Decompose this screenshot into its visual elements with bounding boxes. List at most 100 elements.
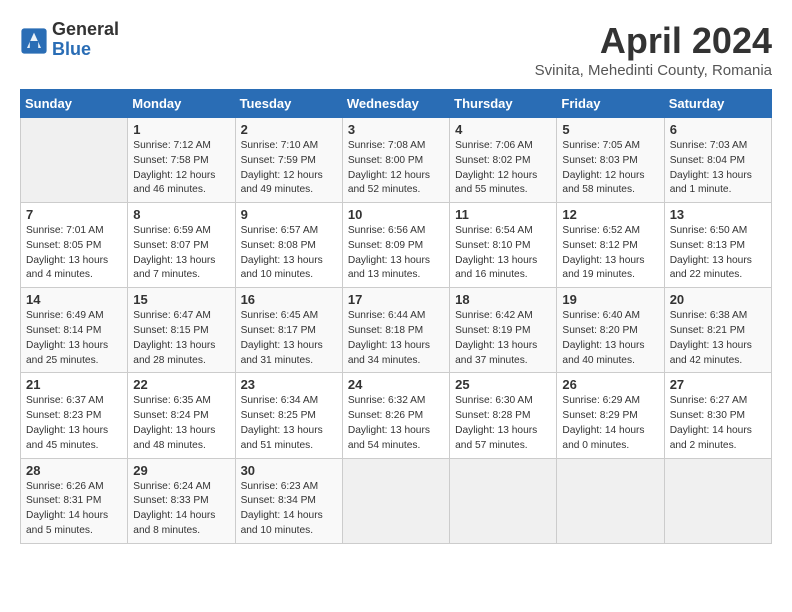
day-header-sunday: Sunday xyxy=(21,90,128,118)
table-row: 20Sunrise: 6:38 AM Sunset: 8:21 PM Dayli… xyxy=(664,288,771,373)
day-number: 27 xyxy=(670,377,766,392)
title-area: April 2024 Svinita, Mehedinti County, Ro… xyxy=(535,20,772,79)
table-row: 8 Sunrise: 6:59 AM Sunset: 8:07 PM Daylig… xyxy=(128,203,235,288)
day-number: 10 xyxy=(348,207,444,222)
table-row: 11 Sunrise: 6:54 AM Sunset: 8:10 PM Dayli… xyxy=(450,203,557,288)
logo-blue-text: Blue xyxy=(52,40,119,60)
table-row xyxy=(342,458,449,543)
calendar-week-1: 1 Sunrise: 7:12 AM Sunset: 7:58 PM Daylig… xyxy=(21,118,772,203)
location-subtitle: Svinita, Mehedinti County, Romania xyxy=(535,62,772,79)
table-row: 17 Sunrise: 6:44 AM Sunset: 8:18 PM Dayli… xyxy=(342,288,449,373)
day-cell-content: Sunrise: 7:08 AM Sunset: 8:00 PM Dayligh… xyxy=(348,139,444,198)
day-cell-content: Sunrise: 7:10 AM Sunset: 7:59 PM Dayligh… xyxy=(241,139,337,198)
table-row: 3 Sunrise: 7:08 AM Sunset: 8:00 PM Daylig… xyxy=(342,118,449,203)
day-header-thursday: Thursday xyxy=(450,90,557,118)
logo-text: General Blue xyxy=(52,20,119,60)
day-cell-content: Sunrise: 6:37 AM Sunset: 8:23 PM Dayligh… xyxy=(26,394,122,453)
day-cell-content: Sunrise: 6:44 AM Sunset: 8:18 PM Dayligh… xyxy=(348,309,444,368)
day-number: 19 xyxy=(562,292,658,307)
table-row: 12 Sunrise: 6:52 AM Sunset: 8:12 PM Dayli… xyxy=(557,203,664,288)
calendar-week-4: 21 Sunrise: 6:37 AM Sunset: 8:23 PM Dayli… xyxy=(21,373,772,458)
day-number: 1 xyxy=(133,122,229,137)
table-row: 5Sunrise: 7:05 AM Sunset: 8:03 PM Daylig… xyxy=(557,118,664,203)
table-row: 6Sunrise: 7:03 AM Sunset: 8:04 PM Daylig… xyxy=(664,118,771,203)
day-number: 25 xyxy=(455,377,551,392)
day-cell-content: Sunrise: 6:24 AM Sunset: 8:33 PM Dayligh… xyxy=(133,480,229,539)
day-number: 17 xyxy=(348,292,444,307)
table-row: 10 Sunrise: 6:56 AM Sunset: 8:09 PM Dayli… xyxy=(342,203,449,288)
table-row: 15Sunrise: 6:47 AM Sunset: 8:15 PM Dayli… xyxy=(128,288,235,373)
day-cell-content: Sunrise: 6:42 AM Sunset: 8:19 PM Dayligh… xyxy=(455,309,551,368)
table-row: 22Sunrise: 6:35 AM Sunset: 8:24 PM Dayli… xyxy=(128,373,235,458)
calendar-week-5: 28 Sunrise: 6:26 AM Sunset: 8:31 PM Dayli… xyxy=(21,458,772,543)
day-number: 12 xyxy=(562,207,658,222)
day-cell-content: Sunrise: 6:23 AM Sunset: 8:34 PM Dayligh… xyxy=(241,480,337,539)
table-row: 2 Sunrise: 7:10 AM Sunset: 7:59 PM Daylig… xyxy=(235,118,342,203)
table-row: 9 Sunrise: 6:57 AM Sunset: 8:08 PM Daylig… xyxy=(235,203,342,288)
day-number: 2 xyxy=(241,122,337,137)
day-number: 6 xyxy=(670,122,766,137)
day-number: 7 xyxy=(26,207,122,222)
day-number: 9 xyxy=(241,207,337,222)
month-title: April 2024 xyxy=(535,20,772,62)
day-number: 22 xyxy=(133,377,229,392)
calendar-table: SundayMondayTuesdayWednesdayThursdayFrid… xyxy=(20,89,772,544)
day-cell-content: Sunrise: 6:26 AM Sunset: 8:31 PM Dayligh… xyxy=(26,480,122,539)
day-number: 30 xyxy=(241,463,337,478)
table-row: 16Sunrise: 6:45 AM Sunset: 8:17 PM Dayli… xyxy=(235,288,342,373)
day-number: 16 xyxy=(241,292,337,307)
day-cell-content: Sunrise: 7:01 AM Sunset: 8:05 PM Dayligh… xyxy=(26,224,122,283)
day-number: 18 xyxy=(455,292,551,307)
day-cell-content: Sunrise: 6:32 AM Sunset: 8:26 PM Dayligh… xyxy=(348,394,444,453)
logo-general-text: General xyxy=(52,20,119,40)
logo-icon xyxy=(20,27,48,55)
table-row: 28 Sunrise: 6:26 AM Sunset: 8:31 PM Dayli… xyxy=(21,458,128,543)
table-row: 25Sunrise: 6:30 AM Sunset: 8:28 PM Dayli… xyxy=(450,373,557,458)
day-number: 21 xyxy=(26,377,122,392)
day-number: 26 xyxy=(562,377,658,392)
day-cell-content: Sunrise: 6:40 AM Sunset: 8:20 PM Dayligh… xyxy=(562,309,658,368)
day-cell-content: Sunrise: 6:38 AM Sunset: 8:21 PM Dayligh… xyxy=(670,309,766,368)
day-cell-content: Sunrise: 6:27 AM Sunset: 8:30 PM Dayligh… xyxy=(670,394,766,453)
table-row xyxy=(664,458,771,543)
day-cell-content: Sunrise: 6:52 AM Sunset: 8:12 PM Dayligh… xyxy=(562,224,658,283)
table-row: 7 Sunrise: 7:01 AM Sunset: 8:05 PM Daylig… xyxy=(21,203,128,288)
day-cell-content: Sunrise: 7:06 AM Sunset: 8:02 PM Dayligh… xyxy=(455,139,551,198)
day-cell-content: Sunrise: 7:05 AM Sunset: 8:03 PM Dayligh… xyxy=(562,139,658,198)
table-row: 14Sunrise: 6:49 AM Sunset: 8:14 PM Dayli… xyxy=(21,288,128,373)
day-header-monday: Monday xyxy=(128,90,235,118)
day-cell-content: Sunrise: 6:57 AM Sunset: 8:08 PM Dayligh… xyxy=(241,224,337,283)
table-row: 26 Sunrise: 6:29 AM Sunset: 8:29 PM Dayli… xyxy=(557,373,664,458)
day-number: 8 xyxy=(133,207,229,222)
day-cell-content: Sunrise: 6:29 AM Sunset: 8:29 PM Dayligh… xyxy=(562,394,658,453)
table-row: 19 Sunrise: 6:40 AM Sunset: 8:20 PM Dayli… xyxy=(557,288,664,373)
table-row: 23Sunrise: 6:34 AM Sunset: 8:25 PM Dayli… xyxy=(235,373,342,458)
table-row: 27 Sunrise: 6:27 AM Sunset: 8:30 PM Dayli… xyxy=(664,373,771,458)
day-cell-content: Sunrise: 6:54 AM Sunset: 8:10 PM Dayligh… xyxy=(455,224,551,283)
calendar-week-3: 14Sunrise: 6:49 AM Sunset: 8:14 PM Dayli… xyxy=(21,288,772,373)
day-number: 29 xyxy=(133,463,229,478)
day-number: 11 xyxy=(455,207,551,222)
header: General Blue April 2024 Svinita, Mehedin… xyxy=(20,20,772,79)
day-header-friday: Friday xyxy=(557,90,664,118)
table-row: 13Sunrise: 6:50 AM Sunset: 8:13 PM Dayli… xyxy=(664,203,771,288)
logo: General Blue xyxy=(20,20,119,60)
day-cell-content: Sunrise: 6:50 AM Sunset: 8:13 PM Dayligh… xyxy=(670,224,766,283)
day-cell-content: Sunrise: 6:34 AM Sunset: 8:25 PM Dayligh… xyxy=(241,394,337,453)
table-row: 18 Sunrise: 6:42 AM Sunset: 8:19 PM Dayli… xyxy=(450,288,557,373)
day-cell-content: Sunrise: 7:12 AM Sunset: 7:58 PM Dayligh… xyxy=(133,139,229,198)
table-row: 4 Sunrise: 7:06 AM Sunset: 8:02 PM Daylig… xyxy=(450,118,557,203)
day-header-tuesday: Tuesday xyxy=(235,90,342,118)
table-row: 1 Sunrise: 7:12 AM Sunset: 7:58 PM Daylig… xyxy=(128,118,235,203)
day-number: 3 xyxy=(348,122,444,137)
day-cell-content: Sunrise: 6:56 AM Sunset: 8:09 PM Dayligh… xyxy=(348,224,444,283)
table-row xyxy=(450,458,557,543)
day-number: 28 xyxy=(26,463,122,478)
day-header-wednesday: Wednesday xyxy=(342,90,449,118)
table-row: 21 Sunrise: 6:37 AM Sunset: 8:23 PM Dayli… xyxy=(21,373,128,458)
day-number: 24 xyxy=(348,377,444,392)
day-number: 4 xyxy=(455,122,551,137)
table-row xyxy=(557,458,664,543)
calendar-week-2: 7 Sunrise: 7:01 AM Sunset: 8:05 PM Daylig… xyxy=(21,203,772,288)
day-cell-content: Sunrise: 6:59 AM Sunset: 8:07 PM Dayligh… xyxy=(133,224,229,283)
